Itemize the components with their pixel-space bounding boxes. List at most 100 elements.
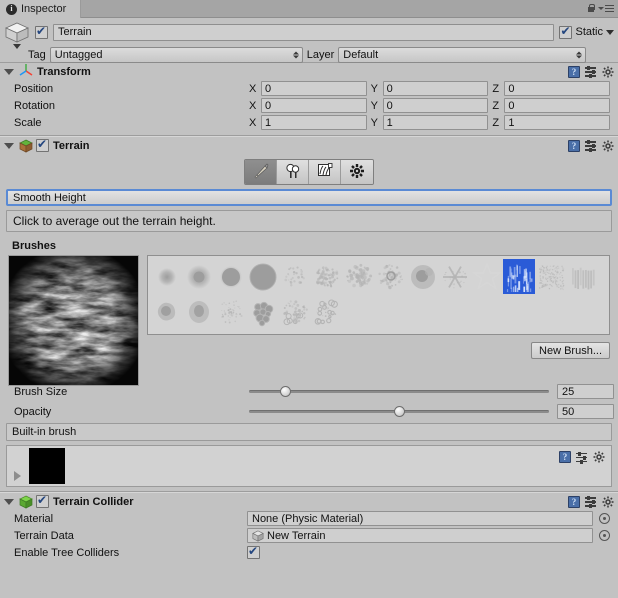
terrain-collider-enabled-checkbox[interactable] bbox=[36, 495, 49, 508]
opacity-slider[interactable] bbox=[249, 403, 549, 420]
brush-size-value[interactable]: 25 bbox=[557, 384, 614, 399]
gear-icon[interactable] bbox=[602, 66, 614, 78]
scale-z-input[interactable]: 1 bbox=[504, 115, 610, 130]
axis-label-x: X bbox=[249, 117, 258, 129]
help-icon[interactable] bbox=[568, 496, 580, 508]
terrain-data-label: Terrain Data bbox=[4, 530, 247, 542]
terrain-tool-settings[interactable] bbox=[341, 160, 373, 184]
axis-label-y: Y bbox=[371, 83, 380, 95]
tab-label: Inspector bbox=[21, 3, 66, 15]
position-z-input[interactable]: 0 bbox=[504, 81, 610, 96]
terrain-data-value: New Terrain bbox=[267, 530, 326, 542]
brush-swatch[interactable] bbox=[407, 259, 439, 294]
brush-swatch[interactable] bbox=[439, 259, 471, 294]
brush-source-text: Built-in brush bbox=[12, 426, 76, 438]
component-header-transform[interactable]: Transform bbox=[0, 63, 618, 80]
tab-bar-controls bbox=[586, 0, 618, 17]
component-header-terrain-collider[interactable]: Terrain Collider bbox=[0, 493, 618, 510]
help-icon[interactable] bbox=[559, 451, 571, 463]
terrain-data-object-field[interactable]: New Terrain bbox=[247, 528, 593, 543]
preset-icon[interactable] bbox=[585, 140, 597, 151]
tab-inspector[interactable]: i Inspector bbox=[0, 0, 81, 18]
position-x-input[interactable]: 0 bbox=[261, 81, 367, 96]
gameobject-name-input[interactable]: Terrain bbox=[53, 24, 554, 41]
static-toggle-group: Static bbox=[559, 26, 614, 39]
gear-icon[interactable] bbox=[593, 451, 605, 463]
brush-swatch[interactable] bbox=[311, 259, 343, 294]
layer-dropdown[interactable]: Default bbox=[338, 47, 586, 63]
gameobject-header: Terrain Static Tag Untagged Layer Defaul… bbox=[0, 18, 618, 62]
preset-icon[interactable] bbox=[585, 496, 597, 507]
brush-swatch[interactable] bbox=[279, 259, 311, 294]
brush-swatch[interactable] bbox=[247, 294, 279, 329]
brush-swatch[interactable] bbox=[535, 259, 567, 294]
component-header-terrain[interactable]: Terrain bbox=[0, 137, 618, 154]
brush-grid-row-2 bbox=[151, 294, 606, 329]
scale-y-input[interactable]: 1 bbox=[383, 115, 489, 130]
preview-expand-icon[interactable] bbox=[14, 471, 21, 481]
brush-swatch[interactable] bbox=[471, 259, 503, 294]
opacity-value[interactable]: 50 bbox=[557, 404, 614, 419]
help-icon[interactable] bbox=[568, 140, 580, 152]
preset-icon[interactable] bbox=[585, 66, 597, 77]
terrain-enabled-checkbox[interactable] bbox=[36, 139, 49, 152]
opacity-slider-knob[interactable] bbox=[394, 406, 405, 417]
brush-swatch[interactable] bbox=[151, 294, 183, 329]
brush-swatch[interactable] bbox=[215, 294, 247, 329]
scale-x-input[interactable]: 1 bbox=[261, 115, 367, 130]
rotation-z-input[interactable]: 0 bbox=[504, 98, 610, 113]
terrain-tool-place-trees[interactable] bbox=[277, 160, 309, 184]
gameobject-enabled-checkbox[interactable] bbox=[35, 26, 48, 39]
brush-swatch[interactable] bbox=[151, 259, 183, 294]
terrain-foldout-icon[interactable] bbox=[4, 143, 14, 149]
position-y-input[interactable]: 0 bbox=[383, 81, 489, 96]
enable-tree-colliders-label: Enable Tree Colliders bbox=[4, 547, 247, 559]
brush-swatch[interactable] bbox=[311, 294, 343, 329]
static-checkbox[interactable] bbox=[559, 26, 572, 39]
terrain-data-row: Terrain Data New Terrain bbox=[0, 527, 618, 544]
brush-swatch[interactable] bbox=[183, 294, 215, 329]
gameobject-name-row: Terrain Static bbox=[4, 22, 614, 42]
material-object-field[interactable]: None (Physic Material) bbox=[247, 511, 593, 526]
brush-swatch[interactable] bbox=[279, 294, 311, 329]
tag-dropdown[interactable]: Untagged bbox=[50, 47, 303, 63]
brush-swatch[interactable] bbox=[247, 259, 279, 294]
brushes-area bbox=[0, 255, 618, 386]
brush-swatch[interactable] bbox=[503, 259, 535, 294]
material-picker-icon[interactable] bbox=[599, 513, 610, 524]
property-label: Scale bbox=[4, 117, 249, 129]
new-brush-button[interactable]: New Brush... bbox=[531, 342, 610, 359]
terrain-tool-raise-lower[interactable] bbox=[245, 160, 277, 184]
hamburger-menu-icon[interactable] bbox=[598, 5, 614, 13]
gameobject-cube-icon[interactable] bbox=[4, 21, 30, 47]
brush-size-slider-knob[interactable] bbox=[280, 386, 291, 397]
property-label: Position bbox=[4, 83, 249, 95]
material-value: None (Physic Material) bbox=[252, 513, 363, 525]
brush-swatch[interactable] bbox=[343, 259, 375, 294]
material-row: Material None (Physic Material) bbox=[0, 510, 618, 527]
rotation-y-input[interactable]: 0 bbox=[383, 98, 489, 113]
enable-tree-colliders-checkbox[interactable] bbox=[247, 546, 260, 559]
brush-swatch[interactable] bbox=[567, 259, 599, 294]
preset-icon[interactable] bbox=[576, 452, 588, 463]
terrain-data-picker-icon[interactable] bbox=[599, 530, 610, 541]
terrain-collider-foldout-icon[interactable] bbox=[4, 499, 14, 505]
brush-swatch[interactable] bbox=[375, 259, 407, 294]
lock-icon[interactable] bbox=[586, 3, 595, 14]
terrain-tool-mode-dropdown[interactable]: Smooth Height bbox=[6, 189, 612, 206]
terrain-tool-paint-details[interactable] bbox=[309, 160, 341, 184]
brush-grid bbox=[147, 255, 610, 335]
brush-swatch[interactable] bbox=[183, 259, 215, 294]
brush-swatch[interactable] bbox=[215, 259, 247, 294]
enable-tree-colliders-row: Enable Tree Colliders bbox=[0, 544, 618, 561]
gear-icon[interactable] bbox=[602, 140, 614, 152]
static-chevron-down-icon[interactable] bbox=[606, 30, 614, 35]
transform-row-rotation: Rotation X 0 Y 0 Z 0 bbox=[0, 97, 618, 114]
brush-size-slider[interactable] bbox=[249, 383, 549, 400]
terrain-tool-mode-value: Smooth Height bbox=[13, 192, 86, 204]
rotation-x-input[interactable]: 0 bbox=[261, 98, 367, 113]
transform-foldout-icon[interactable] bbox=[4, 69, 14, 75]
help-icon[interactable] bbox=[568, 66, 580, 78]
static-label: Static bbox=[575, 26, 603, 38]
gear-icon[interactable] bbox=[602, 496, 614, 508]
